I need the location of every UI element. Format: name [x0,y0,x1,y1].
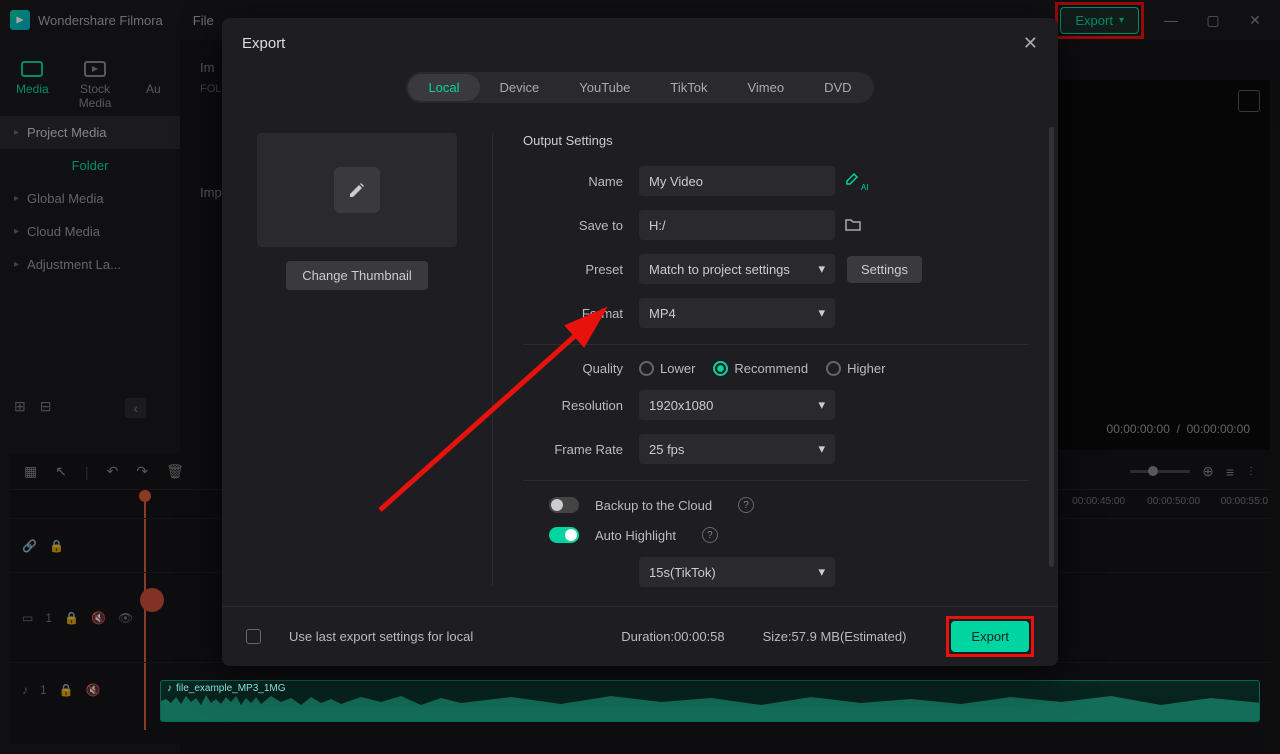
format-select[interactable]: MP4▾ [639,298,835,328]
backup-label: Backup to the Cloud [595,498,712,513]
label-saveto: Save to [523,218,623,233]
tab-dvd[interactable]: DVD [804,74,871,101]
tab-local[interactable]: Local [408,74,479,101]
label-preset: Preset [523,262,623,277]
label-name: Name [523,174,623,189]
modal-backdrop: Export ✕ Local Device YouTube TikTok Vim… [0,0,1280,754]
tab-youtube[interactable]: YouTube [559,74,650,101]
use-last-settings-label: Use last export settings for local [289,629,473,644]
chevron-down-icon: ▾ [818,305,825,321]
thumbnail-preview [257,133,457,247]
modal-close-button[interactable]: ✕ [1023,33,1038,54]
ai-edit-icon[interactable]: AI [845,170,869,192]
label-format: Format [523,306,623,321]
name-input[interactable] [639,166,835,196]
pencil-icon[interactable] [334,167,380,213]
modal-title: Export [242,35,285,52]
auto-highlight-label: Auto Highlight [595,528,676,543]
size-info: Size:57.9 MB(Estimated) [763,629,907,644]
export-tabs: Local Device YouTube TikTok Vimeo DVD [406,72,873,103]
auto-highlight-toggle[interactable] [549,527,579,543]
chevron-down-icon: ▾ [818,441,825,457]
folder-browse-icon[interactable] [845,217,861,234]
scrollbar[interactable] [1049,127,1054,567]
help-icon[interactable]: ? [702,527,718,543]
tab-vimeo[interactable]: Vimeo [727,74,804,101]
output-settings-title: Output Settings [523,133,1028,148]
quality-higher-radio[interactable]: Higher [826,361,885,376]
duration-info: Duration:00:00:58 [621,629,724,644]
tab-tiktok[interactable]: TikTok [650,74,727,101]
quality-lower-radio[interactable]: Lower [639,361,695,376]
export-button[interactable]: Export [951,621,1029,652]
highlight-preset-select[interactable]: 15s(TikTok)▾ [639,557,835,587]
chevron-down-icon: ▾ [818,261,825,277]
label-quality: Quality [523,361,623,376]
quality-recommend-radio[interactable]: Recommend [713,361,808,376]
music-icon: ♪ [167,683,172,694]
preset-settings-button[interactable]: Settings [847,256,922,283]
use-last-settings-checkbox[interactable] [246,629,261,644]
export-modal: Export ✕ Local Device YouTube TikTok Vim… [222,18,1058,666]
chevron-down-icon: ▾ [818,397,825,413]
label-framerate: Frame Rate [523,442,623,457]
tab-device[interactable]: Device [480,74,560,101]
backup-cloud-toggle[interactable] [549,497,579,513]
framerate-select[interactable]: 25 fps▾ [639,434,835,464]
chevron-down-icon: ▾ [818,564,825,580]
change-thumbnail-button[interactable]: Change Thumbnail [286,261,428,290]
preset-select[interactable]: Match to project settings▾ [639,254,835,284]
resolution-select[interactable]: 1920x1080▾ [639,390,835,420]
label-resolution: Resolution [523,398,623,413]
saveto-input[interactable] [639,210,835,240]
help-icon[interactable]: ? [738,497,754,513]
highlight-export-bottom: Export [946,616,1034,657]
